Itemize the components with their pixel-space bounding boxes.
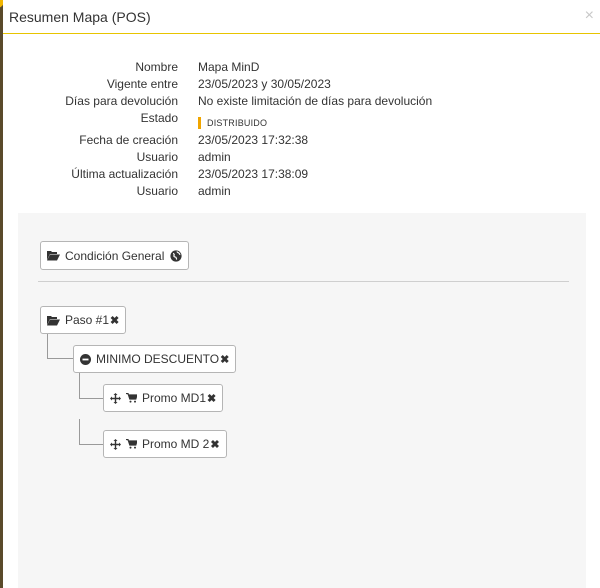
remove-icon[interactable]: ✖ [110, 314, 119, 327]
fecha-creacion-label: Fecha de creación [79, 133, 178, 147]
usuario-actualizacion-label: Usuario [136, 184, 178, 198]
cart-icon [126, 393, 137, 403]
info-row-usuario-actualizacion: Usuario admin [3, 184, 600, 201]
nombre-label: Nombre [135, 60, 178, 74]
promo-md1-label: Promo MD1 [142, 391, 207, 405]
paso-label: Paso #1 [65, 313, 110, 327]
info-row-dias: Días para devolución No existe limitació… [3, 94, 600, 111]
tree-connector [79, 373, 105, 399]
dias-value: No existe limitación de días para devolu… [198, 94, 433, 108]
globe-icon [170, 249, 183, 262]
remove-icon[interactable]: ✖ [207, 392, 216, 405]
remove-icon[interactable]: ✖ [220, 353, 229, 366]
paso-node[interactable]: Paso #1 ✖ [40, 306, 127, 334]
vigente-value: 23/05/2023 y 30/05/2023 [198, 77, 331, 91]
usuario-creacion-label: Usuario [136, 150, 178, 164]
resumen-mapa-modal: Resumen Mapa (POS) × Nombre Mapa MinD Vi… [3, 0, 600, 588]
estado-value: DISTRIBUIDO [198, 115, 267, 129]
promo-md2-label: Promo MD 2 [142, 437, 210, 451]
folder-open-icon [47, 250, 60, 261]
info-row-ultima: Última actualización 23/05/2023 17:38:09 [3, 167, 600, 184]
tree-connector [79, 419, 105, 445]
folder-open-icon [47, 315, 60, 326]
cart-icon [126, 439, 137, 449]
minus-circle-icon [80, 353, 91, 365]
dias-label: Días para devolución [65, 94, 178, 108]
remove-icon[interactable]: ✖ [210, 438, 219, 451]
move-icon [110, 392, 121, 404]
fecha-creacion-value: 23/05/2023 17:32:38 [198, 133, 309, 147]
map-tree-panel: Condición General Paso #1 ✖ MINIMO DESCU… [18, 213, 586, 588]
info-row-usuario-creacion: Usuario admin [3, 150, 600, 167]
tree-connector [47, 334, 74, 359]
close-button[interactable]: × [585, 8, 594, 24]
info-row-nombre: Nombre Mapa MinD [3, 60, 600, 77]
info-row-vigente: Vigente entre 23/05/2023 y 30/05/2023 [3, 77, 600, 94]
condicion-general-node[interactable]: Condición General [40, 241, 190, 270]
condicion-general-label: Condición General [65, 248, 165, 263]
info-row-fecha-creacion: Fecha de creación 23/05/2023 17:32:38 [3, 133, 600, 150]
promo-md1-node[interactable]: Promo MD1 ✖ [103, 384, 224, 412]
ultima-actualizacion-label: Última actualización [71, 167, 178, 181]
estado-label: Estado [140, 111, 178, 125]
promo-md2-node[interactable]: Promo MD 2 ✖ [103, 430, 227, 458]
modal-header: Resumen Mapa (POS) × [3, 0, 600, 34]
usuario-creacion-value: admin [198, 150, 231, 164]
info-row-estado: Estado DISTRIBUIDO [3, 111, 600, 133]
move-icon [110, 438, 121, 450]
nombre-value: Mapa MinD [198, 60, 260, 74]
status-badge: DISTRIBUIDO [198, 117, 267, 129]
modal-title: Resumen Mapa (POS) [9, 9, 151, 25]
usuario-actualizacion-value: admin [198, 184, 231, 198]
tree-divider [38, 281, 569, 282]
minimo-descuento-node[interactable]: MINIMO DESCUENTO ✖ [73, 345, 237, 373]
ultima-actualizacion-value: 23/05/2023 17:38:09 [198, 167, 309, 181]
vigente-label: Vigente entre [106, 77, 178, 91]
minimo-descuento-label: MINIMO DESCUENTO [96, 352, 220, 366]
